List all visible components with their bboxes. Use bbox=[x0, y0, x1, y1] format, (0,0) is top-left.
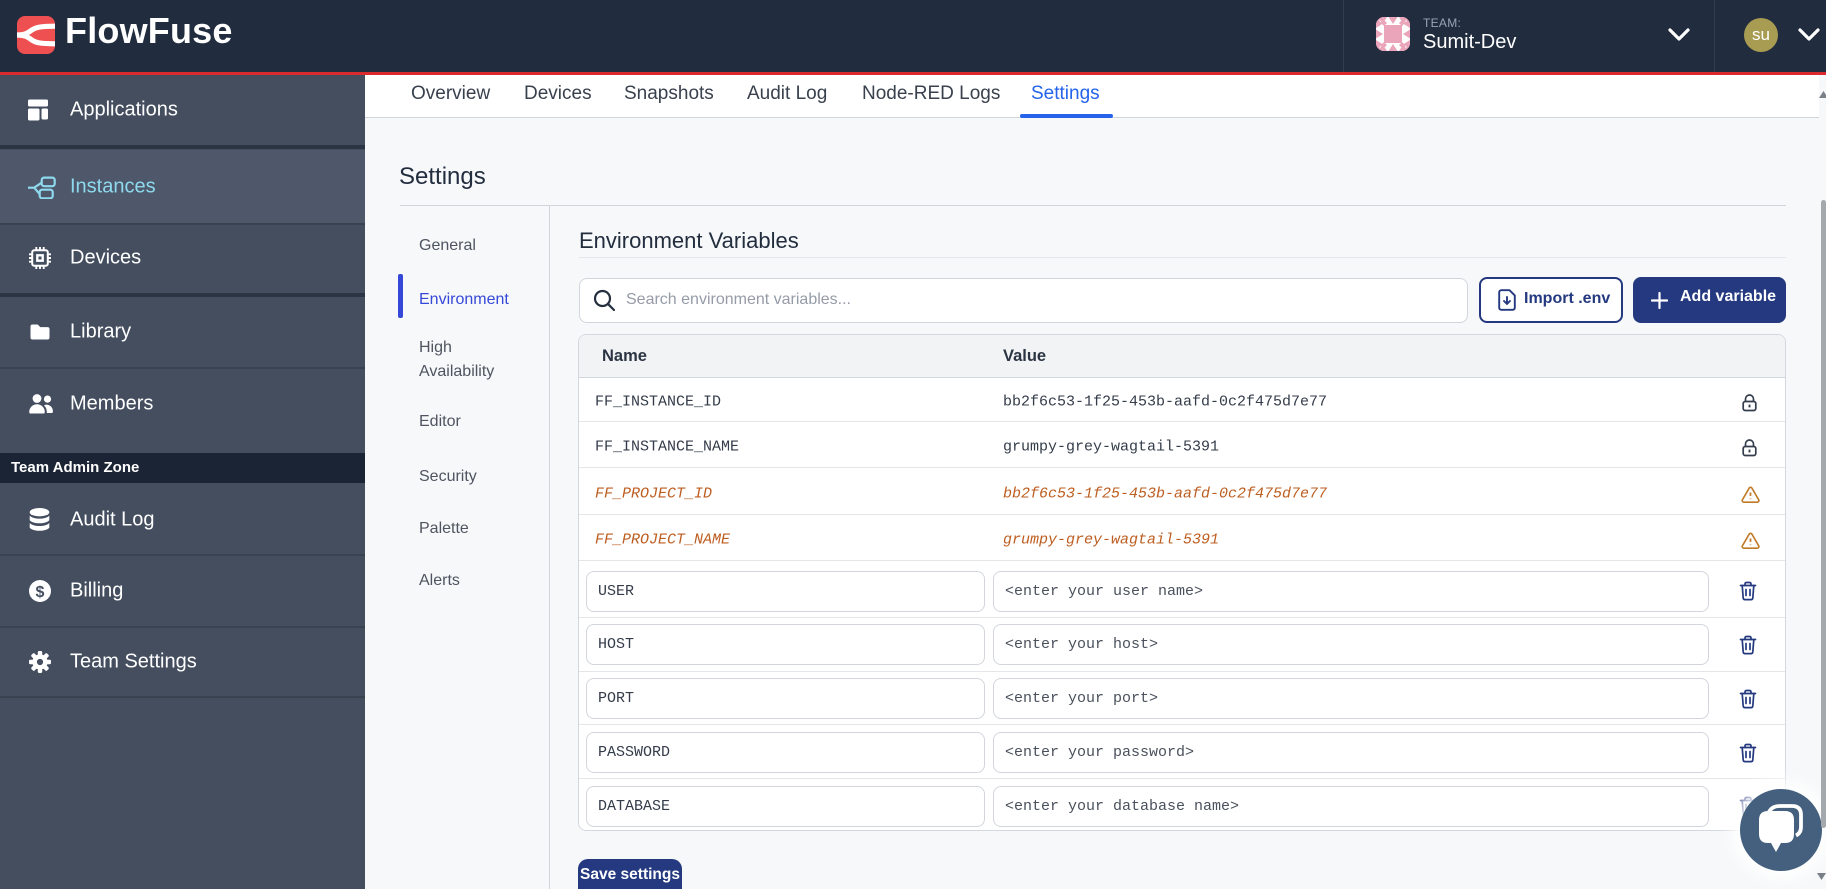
svg-text:$: $ bbox=[36, 584, 45, 601]
